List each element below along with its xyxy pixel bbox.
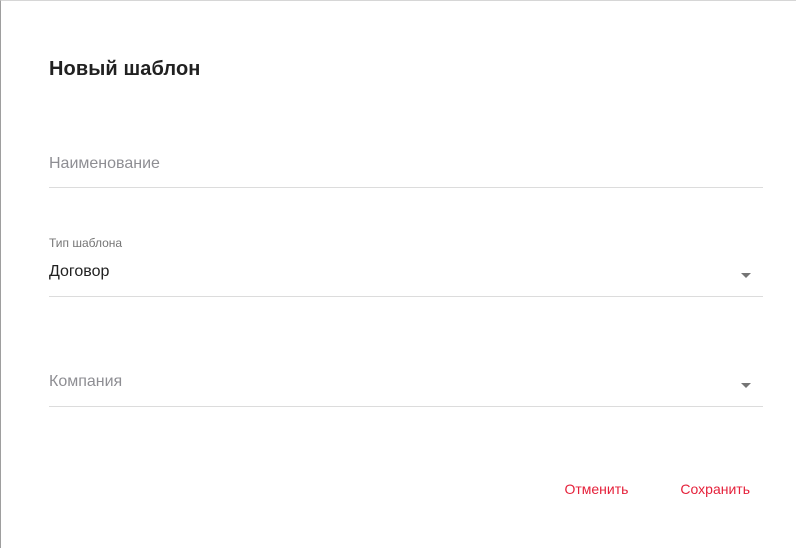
template-type-select[interactable]: Тип шаблона Договор <box>49 229 763 297</box>
dialog-title: Новый шаблон <box>49 58 201 80</box>
company-select[interactable]: Компания <box>49 356 763 407</box>
caret-down-icon[interactable] <box>741 383 751 388</box>
dialog-actions: Отменить Сохранить <box>564 477 750 501</box>
name-placeholder: Наименование <box>49 155 160 172</box>
save-button[interactable]: Сохранить <box>680 477 750 501</box>
caret-down-icon[interactable] <box>741 273 751 278</box>
template-type-value: Договор <box>49 263 110 280</box>
new-template-dialog: Новый шаблон Наименование Тип шаблона До… <box>0 0 796 548</box>
template-type-label: Тип шаблона <box>49 236 123 250</box>
name-field[interactable]: Наименование <box>49 141 763 188</box>
company-placeholder: Компания <box>49 373 123 390</box>
cancel-button[interactable]: Отменить <box>564 477 628 501</box>
